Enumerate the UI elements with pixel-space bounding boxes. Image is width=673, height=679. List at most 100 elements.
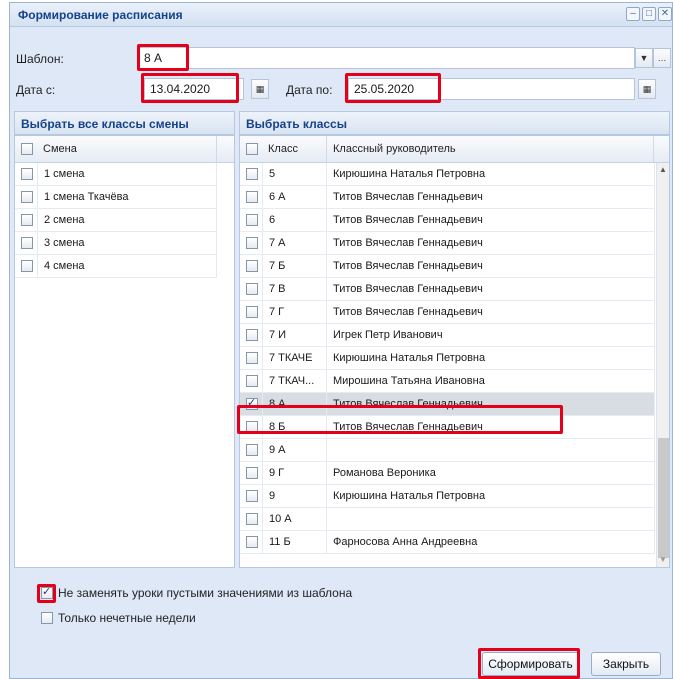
class-checkbox[interactable]	[246, 237, 258, 249]
generate-button[interactable]: Сформировать	[482, 652, 579, 676]
table-row[interactable]: 7 Б Титов Вячеслав Геннадьевич	[240, 255, 655, 278]
class-checkbox[interactable]	[246, 421, 258, 433]
table-row[interactable]: 5 Кирюшина Наталья Петровна	[240, 163, 655, 186]
chevron-down-icon[interactable]: ▼	[635, 48, 653, 68]
class-checkbox[interactable]	[246, 329, 258, 341]
keep-lessons-label: Не заменять уроки пустыми значениями из …	[58, 586, 353, 600]
close-button[interactable]: Закрыть	[591, 652, 661, 676]
class-checkbox[interactable]	[246, 375, 258, 387]
class-checkbox[interactable]	[246, 490, 258, 502]
class-teacher: Титов Вячеслав Геннадьевич	[327, 416, 655, 438]
classes-grid: Класс Классный руководитель 5 Кирюшина На…	[239, 135, 670, 568]
class-teacher: Титов Вячеслав Геннадьевич	[327, 232, 655, 254]
class-checkbox[interactable]	[246, 396, 258, 410]
odd-weeks-checkbox[interactable]	[41, 612, 53, 624]
table-row[interactable]: 7 ТКАЧЕ Кирюшина Наталья Петровна	[240, 347, 655, 370]
list-item[interactable]: 3 смена	[15, 232, 217, 255]
shifts-grid: Смена 1 смена 1 смена Ткачёва 2 смена 3 сме…	[14, 135, 235, 568]
shift-checkbox[interactable]	[21, 168, 33, 180]
table-row[interactable]: 9 Кирюшина Наталья Петровна	[240, 485, 655, 508]
table-row[interactable]: 8 АТитов Вячеслав Геннадьевич	[240, 393, 655, 416]
list-item[interactable]: 1 смена Ткачёва	[15, 186, 217, 209]
classes-scrollbar[interactable]: ▲ ▼	[656, 163, 669, 567]
class-checkbox[interactable]	[246, 214, 258, 226]
class-checkbox[interactable]	[246, 444, 258, 456]
select-shift-classes-title[interactable]: Выбрать все классы смены	[14, 111, 235, 135]
select-all-classes-checkbox[interactable]	[246, 143, 258, 155]
class-name: 7 Б	[262, 255, 327, 277]
shift-checkbox[interactable]	[21, 237, 33, 249]
class-name: 9 А	[262, 439, 327, 461]
calendar-icon[interactable]: ▦	[638, 79, 656, 99]
table-row[interactable]: 10 А	[240, 508, 655, 531]
table-row[interactable]: 9 Г Романова Вероника	[240, 462, 655, 485]
table-row[interactable]: 7 А Титов Вячеслав Геннадьевич	[240, 232, 655, 255]
class-checkbox[interactable]	[246, 283, 258, 295]
class-teacher: Титов Вячеслав Геннадьевич	[327, 209, 655, 231]
date-to-field[interactable]: 25.05.2020	[348, 78, 635, 100]
table-row[interactable]: 7 Г Титов Вячеслав Геннадьевич	[240, 301, 655, 324]
close-icon[interactable]: ✕	[658, 7, 672, 21]
date-from-field[interactable]: 13.04.2020	[144, 78, 244, 100]
class-teacher: Кирюшина Наталья Петровна	[327, 485, 655, 507]
scrollbar-thumb[interactable]	[658, 438, 669, 558]
keep-lessons-checkbox[interactable]	[41, 585, 53, 599]
odd-weeks-label: Только нечетные недели	[58, 611, 196, 625]
class-checkbox[interactable]	[246, 168, 258, 180]
shift-name: 3 смена	[37, 232, 217, 254]
class-teacher	[327, 439, 655, 461]
class-checkbox[interactable]	[246, 306, 258, 318]
class-teacher: Титов Вячеслав Геннадьевич	[327, 255, 655, 277]
calendar-icon[interactable]: ▦	[251, 79, 269, 99]
class-name: 7 ТКАЧ...	[262, 370, 327, 392]
template-field[interactable]: 8 А	[138, 47, 635, 69]
table-row[interactable]: 9 А	[240, 439, 655, 462]
class-teacher: Титов Вячеслав Геннадьевич	[327, 393, 655, 415]
select-all-shifts-checkbox[interactable]	[21, 143, 33, 155]
class-teacher: Романова Вероника	[327, 462, 655, 484]
minimize-icon[interactable]: –	[626, 7, 640, 21]
class-checkbox[interactable]	[246, 352, 258, 364]
table-row[interactable]: 7 И Игрек Петр Иванович	[240, 324, 655, 347]
table-row[interactable]: 6 Титов Вячеслав Геннадьевич	[240, 209, 655, 232]
shift-checkbox[interactable]	[21, 214, 33, 226]
table-row[interactable]: 6 А Титов Вячеслав Геннадьевич	[240, 186, 655, 209]
more-icon[interactable]: …	[653, 48, 671, 68]
shift-checkbox[interactable]	[21, 260, 33, 272]
maximize-icon[interactable]: □	[642, 7, 656, 21]
class-teacher: Титов Вячеслав Геннадьевич	[327, 278, 655, 300]
table-row[interactable]: 11 Б Фарносова Анна Андреевна	[240, 531, 655, 554]
class-name: 7 ТКАЧЕ	[262, 347, 327, 369]
class-column-header[interactable]: Класс	[262, 136, 327, 162]
shift-checkbox[interactable]	[21, 191, 33, 203]
class-name: 8 А	[262, 393, 327, 415]
table-row[interactable]: 7 В Титов Вячеслав Геннадьевич	[240, 278, 655, 301]
class-name: 11 Б	[262, 531, 327, 553]
shift-column-header[interactable]: Смена	[37, 136, 217, 162]
class-checkbox[interactable]	[246, 260, 258, 272]
classes-grid-header: Класс Классный руководитель	[240, 136, 669, 163]
class-teacher: Титов Вячеслав Геннадьевич	[327, 301, 655, 323]
class-checkbox[interactable]	[246, 536, 258, 548]
table-row[interactable]: 8 Б Титов Вячеслав Геннадьевич	[240, 416, 655, 439]
list-item[interactable]: 4 смена	[15, 255, 217, 278]
shift-name: 1 смена	[37, 163, 217, 185]
class-checkbox[interactable]	[246, 467, 258, 479]
class-checkbox[interactable]	[246, 191, 258, 203]
class-checkbox[interactable]	[246, 513, 258, 525]
class-name: 5	[262, 163, 327, 185]
class-name: 6 А	[262, 186, 327, 208]
scroll-up-icon[interactable]: ▲	[659, 165, 667, 174]
class-name: 7 И	[262, 324, 327, 346]
class-name: 9 Г	[262, 462, 327, 484]
dialog-titlebar[interactable]: Формирование расписания – □ ✕	[10, 3, 672, 27]
teacher-column-header[interactable]: Классный руководитель	[327, 136, 654, 162]
scroll-down-icon[interactable]: ▼	[659, 555, 667, 564]
shift-name: 2 смена	[37, 209, 217, 231]
shift-name: 1 смена Ткачёва	[37, 186, 217, 208]
class-name: 10 А	[262, 508, 327, 530]
select-classes-title[interactable]: Выбрать классы	[239, 111, 670, 135]
table-row[interactable]: 7 ТКАЧ... Мирошина Татьяна Ивановна	[240, 370, 655, 393]
list-item[interactable]: 1 смена	[15, 163, 217, 186]
list-item[interactable]: 2 смена	[15, 209, 217, 232]
